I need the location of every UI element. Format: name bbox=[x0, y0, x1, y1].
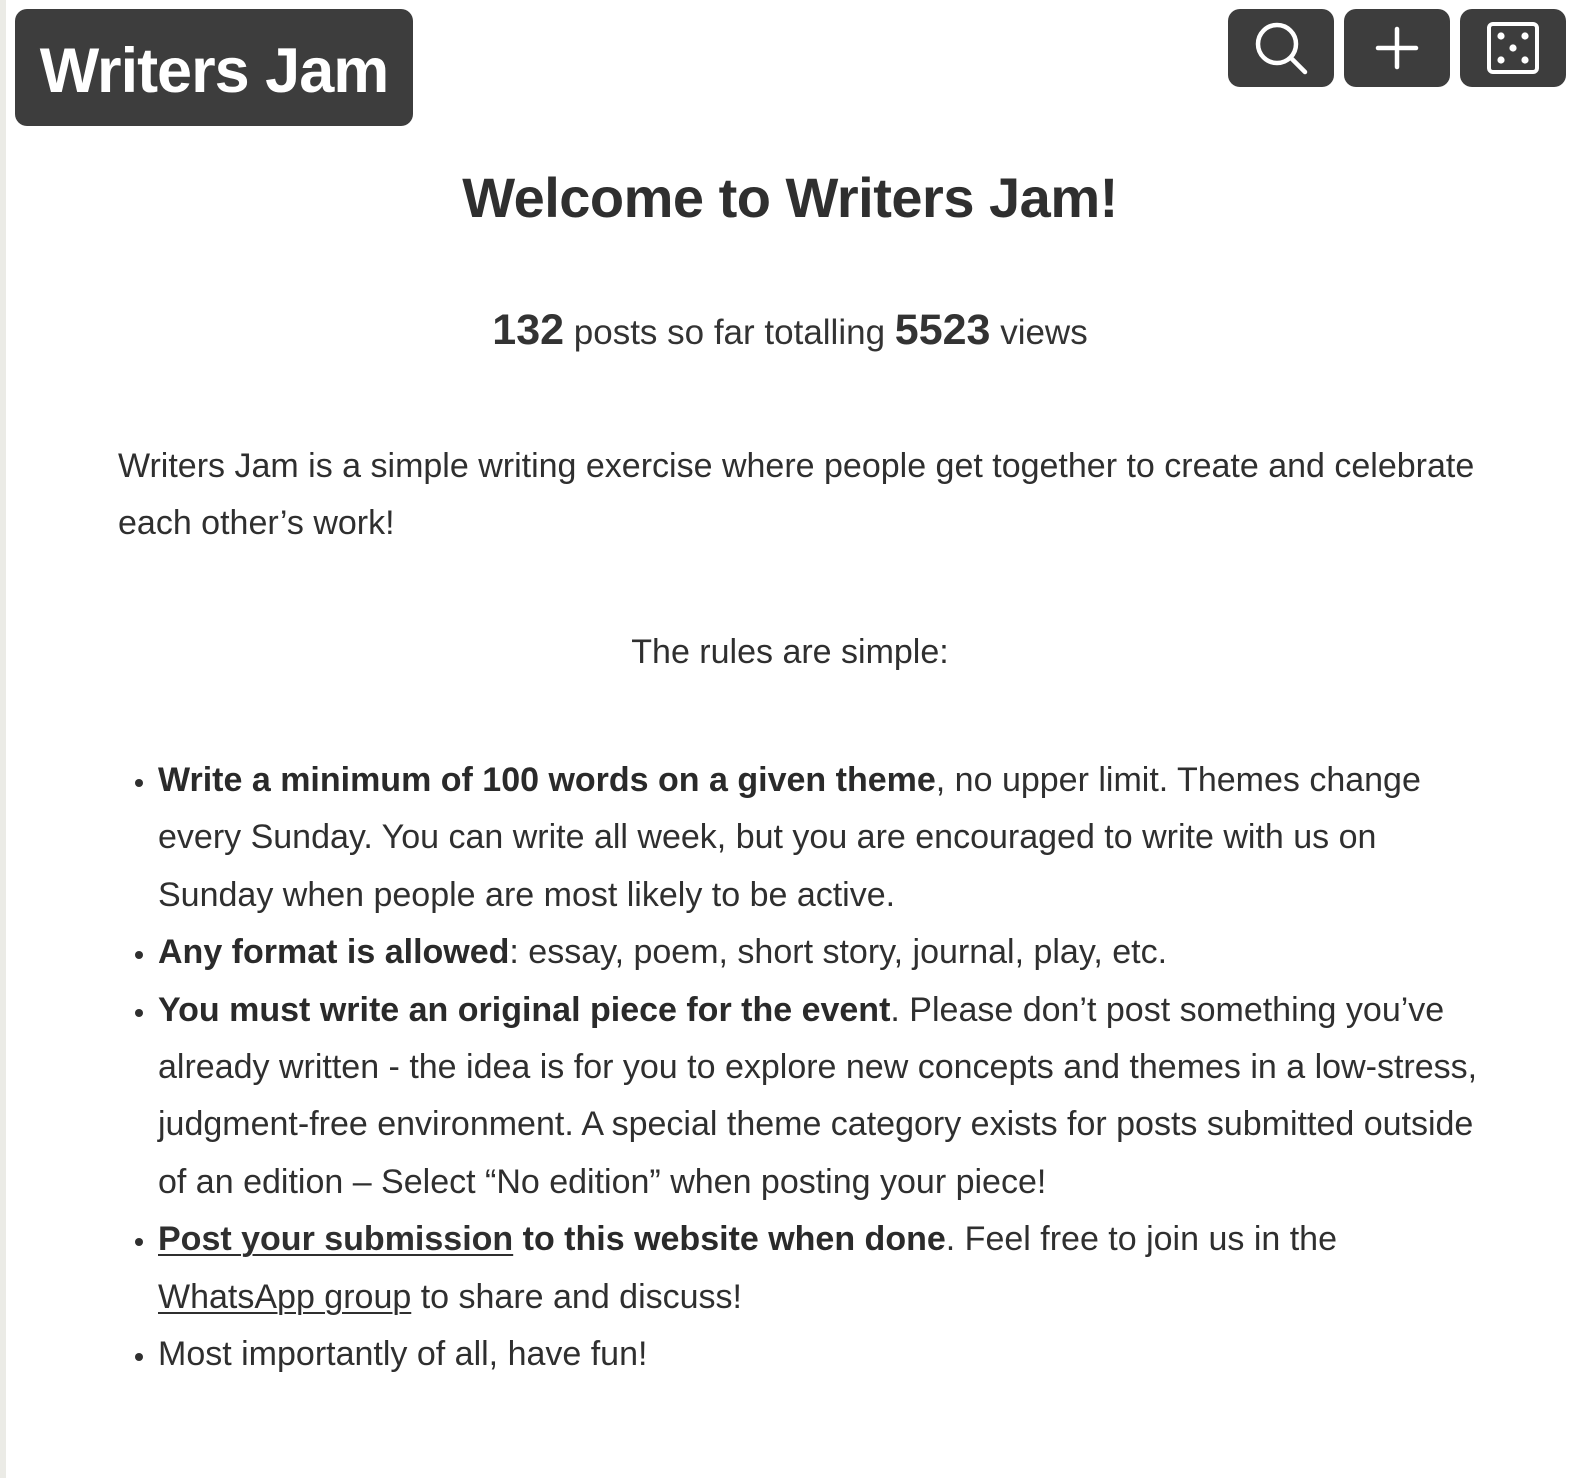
rule-bold: Any format is allowed bbox=[158, 933, 510, 972]
rule-item-have-fun: Most importantly of all, have fun! bbox=[158, 1326, 1488, 1383]
rule-text: . Feel free to join us in the bbox=[945, 1220, 1337, 1259]
plus-icon bbox=[1375, 26, 1419, 70]
whatsapp-group-link[interactable]: WhatsApp group bbox=[158, 1278, 411, 1316]
rule-item-original: You must write an original piece for the… bbox=[158, 982, 1488, 1212]
rule-item-word-minimum: Write a minimum of 100 words on a given … bbox=[158, 752, 1488, 924]
rule-item-submission: Post your submission to this website whe… bbox=[158, 1211, 1488, 1326]
site-logo[interactable]: Writers Jam bbox=[15, 9, 413, 126]
site-stats: 132 posts so far totalling 5523 views bbox=[0, 306, 1580, 355]
rule-bold: You must write an original piece for the… bbox=[158, 990, 891, 1029]
dice-icon bbox=[1487, 22, 1539, 74]
intro-paragraph: Writers Jam is a simple writing exercise… bbox=[118, 447, 1475, 542]
search-button[interactable] bbox=[1228, 9, 1334, 87]
rules-list: Write a minimum of 100 words on a given … bbox=[118, 752, 1488, 1383]
rule-item-format: Any format is allowed: essay, poem, shor… bbox=[158, 924, 1488, 981]
random-post-button[interactable] bbox=[1460, 9, 1566, 87]
post-submission-link[interactable]: Post your submission bbox=[158, 1220, 513, 1258]
posts-count: 132 bbox=[492, 306, 565, 354]
rule-text: Most importantly of all, have fun! bbox=[158, 1335, 648, 1374]
rule-bold-text: to this website when done bbox=[513, 1220, 946, 1259]
rule-text-end: to share and discuss! bbox=[411, 1277, 743, 1316]
rule-bold: Write a minimum of 100 words on a given … bbox=[158, 761, 936, 799]
new-post-button[interactable] bbox=[1344, 9, 1450, 87]
page-title: Welcome to Writers Jam! bbox=[462, 166, 1118, 229]
rule-bold: Post your submission to this website whe… bbox=[158, 1220, 946, 1258]
posts-label: posts so far totalling bbox=[573, 313, 886, 352]
rules-heading: The rules are simple: bbox=[631, 633, 949, 671]
views-label: views bbox=[1000, 313, 1088, 352]
search-icon bbox=[1255, 22, 1308, 75]
views-count: 5523 bbox=[894, 306, 991, 354]
header-actions bbox=[1228, 9, 1566, 87]
rule-text: : essay, poem, short story, journal, pla… bbox=[509, 933, 1168, 972]
